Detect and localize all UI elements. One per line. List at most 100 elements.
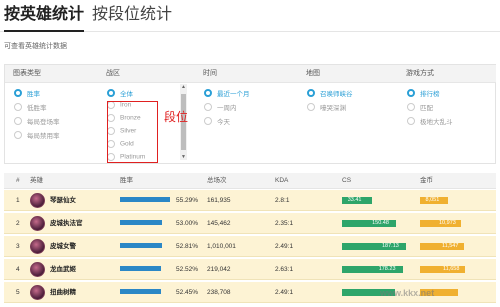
map-option[interactable]: 嚎哭深渊 — [307, 102, 346, 112]
page-description: 可查看英雄统计数据 — [4, 43, 67, 50]
kda-value: 2.8:1 — [275, 197, 290, 204]
cs-value: 150.48 — [372, 220, 389, 226]
radio-icon — [204, 103, 212, 111]
radio-icon — [204, 89, 212, 97]
hero-avatar[interactable] — [30, 193, 45, 208]
header-rank[interactable]: # — [16, 173, 20, 189]
annotation-highlight-box — [107, 101, 158, 163]
filter-mode: 游戏方式 排行榜 匹配 极地大乱斗 — [398, 65, 496, 164]
gold-value: 11,658 — [443, 266, 460, 272]
radio-icon — [14, 103, 22, 111]
radio-icon — [407, 89, 415, 97]
region-option[interactable]: 全体 — [107, 88, 133, 98]
winrate-value: 53.00% — [176, 220, 199, 227]
row-rank: 4 — [16, 266, 20, 273]
kda-value: 2.49:1 — [275, 289, 294, 296]
kda-value: 2.35:1 — [275, 220, 294, 227]
gold-value: 11,547 — [442, 243, 459, 249]
time-option[interactable]: 今天 — [204, 116, 230, 126]
header-gold[interactable]: 金币 — [420, 173, 433, 189]
tab-by-hero[interactable]: 按英雄统计 — [4, 4, 85, 32]
row-rank: 1 — [16, 197, 20, 204]
games-value: 145,462 — [207, 220, 231, 227]
tab-by-rank[interactable]: 按段位统计 — [92, 4, 172, 32]
header-winrate[interactable]: 胜率 — [120, 173, 133, 189]
scroll-up-icon[interactable]: ▲ — [180, 84, 187, 90]
row-rank: 5 — [16, 289, 20, 296]
winrate-value: 52.52% — [176, 266, 199, 273]
winrate-bar — [120, 266, 161, 271]
radio-icon — [107, 89, 115, 97]
filter-chart-type-title: 图表类型 — [5, 65, 98, 83]
games-value: 161,935 — [207, 197, 231, 204]
radio-icon — [407, 103, 415, 111]
table-row[interactable]: 1 琴瑟仙女 55.29% 161,935 2.8:1 33.41 8,051 — [4, 190, 496, 211]
radio-icon — [307, 103, 315, 111]
cs-value: 33.41 — [347, 197, 362, 203]
radio-icon — [204, 117, 212, 125]
games-value: 219,042 — [207, 266, 231, 273]
filter-mode-title: 游戏方式 — [398, 65, 496, 83]
tab-bar: 按英雄统计 按段位统计 — [0, 0, 500, 32]
filter-panel: 图表类型 胜率 低胜率 每局登场率 每局禁用率 战区 全体 Iron Bronz… — [4, 64, 496, 164]
hero-name[interactable]: 皮城女警 — [50, 236, 76, 257]
cs-value: 187.13 — [382, 243, 399, 249]
header-kda[interactable]: KDA — [275, 173, 288, 189]
annotation-label: 段位 — [164, 110, 189, 124]
chart-type-option[interactable]: 每局禁用率 — [14, 130, 60, 140]
time-option[interactable]: 一周内 — [204, 102, 237, 112]
header-hero[interactable]: 英雄 — [30, 173, 43, 189]
table-row[interactable]: 3 皮城女警 52.81% 1,010,001 2.49:1 187.13 11,547 — [4, 236, 496, 257]
gold-value: 10,973 — [439, 220, 456, 226]
hero-avatar[interactable] — [30, 239, 45, 254]
winrate-bar — [120, 220, 163, 225]
table-row[interactable]: 2 皮城执法官 53.00% 145,462 2.35:1 150.48 10,973 — [4, 213, 496, 234]
mode-option[interactable]: 极地大乱斗 — [407, 116, 453, 126]
radio-icon — [14, 131, 22, 139]
games-value: 1,010,001 — [207, 243, 236, 250]
radio-icon — [307, 89, 315, 97]
filter-map-title: 地图 — [298, 65, 398, 83]
radio-icon — [407, 117, 415, 125]
games-value: 238,708 — [207, 289, 231, 296]
filter-map: 地图 召唤师峡谷 嚎哭深渊 — [298, 65, 398, 164]
mode-option[interactable]: 排行榜 — [407, 88, 440, 98]
hero-name[interactable]: 龙血武姬 — [50, 259, 76, 280]
kda-value: 2.49:1 — [275, 243, 294, 250]
winrate-bar — [120, 289, 161, 294]
hero-name[interactable]: 琴瑟仙女 — [50, 190, 76, 211]
hero-name[interactable]: 皮城执法官 — [50, 213, 83, 234]
hero-avatar[interactable] — [30, 262, 45, 277]
filter-time-title: 时间 — [195, 65, 298, 83]
map-option[interactable]: 召唤师峡谷 — [307, 88, 353, 98]
chart-type-option[interactable]: 每局登场率 — [14, 116, 60, 126]
winrate-value: 55.29% — [176, 197, 199, 204]
scroll-down-icon[interactable]: ▼ — [180, 154, 187, 160]
time-option[interactable]: 最近一个月 — [204, 88, 250, 98]
table-row[interactable]: 4 龙血武姬 52.52% 219,042 2.63:1 178.23 11,658 — [4, 259, 496, 280]
radio-icon — [14, 89, 22, 97]
radio-icon — [14, 117, 22, 125]
chart-type-option[interactable]: 低胜率 — [14, 102, 47, 112]
gold-value: 8,051 — [425, 197, 440, 203]
hero-avatar[interactable] — [30, 216, 45, 231]
row-rank: 3 — [16, 243, 20, 250]
header-games[interactable]: 总场次 — [207, 173, 227, 189]
chart-type-option[interactable]: 胜率 — [14, 88, 40, 98]
filter-region-title: 战区 — [98, 65, 195, 83]
row-rank: 2 — [16, 220, 20, 227]
filter-time: 时间 最近一个月 一周内 今天 — [195, 65, 298, 164]
cs-value: 178.23 — [378, 266, 396, 272]
table-header: # 英雄 胜率 总场次 KDA CS 金币 — [4, 173, 496, 189]
hero-stats-table: # 英雄 胜率 总场次 KDA CS 金币 1 琴瑟仙女 55.29% 161,935… — [4, 173, 496, 307]
hero-avatar[interactable] — [30, 285, 45, 300]
winrate-value: 52.45% — [176, 289, 199, 296]
winrate-bar — [120, 243, 162, 248]
watermark-logo: www.kkx.net — [380, 288, 435, 298]
winrate-value: 52.81% — [176, 243, 199, 250]
header-cs[interactable]: CS — [342, 173, 351, 189]
hero-name[interactable]: 扭曲树精 — [50, 282, 76, 303]
winrate-bar — [120, 197, 170, 202]
filter-chart-type: 图表类型 胜率 低胜率 每局登场率 每局禁用率 — [5, 65, 98, 164]
mode-option[interactable]: 匹配 — [407, 102, 433, 112]
